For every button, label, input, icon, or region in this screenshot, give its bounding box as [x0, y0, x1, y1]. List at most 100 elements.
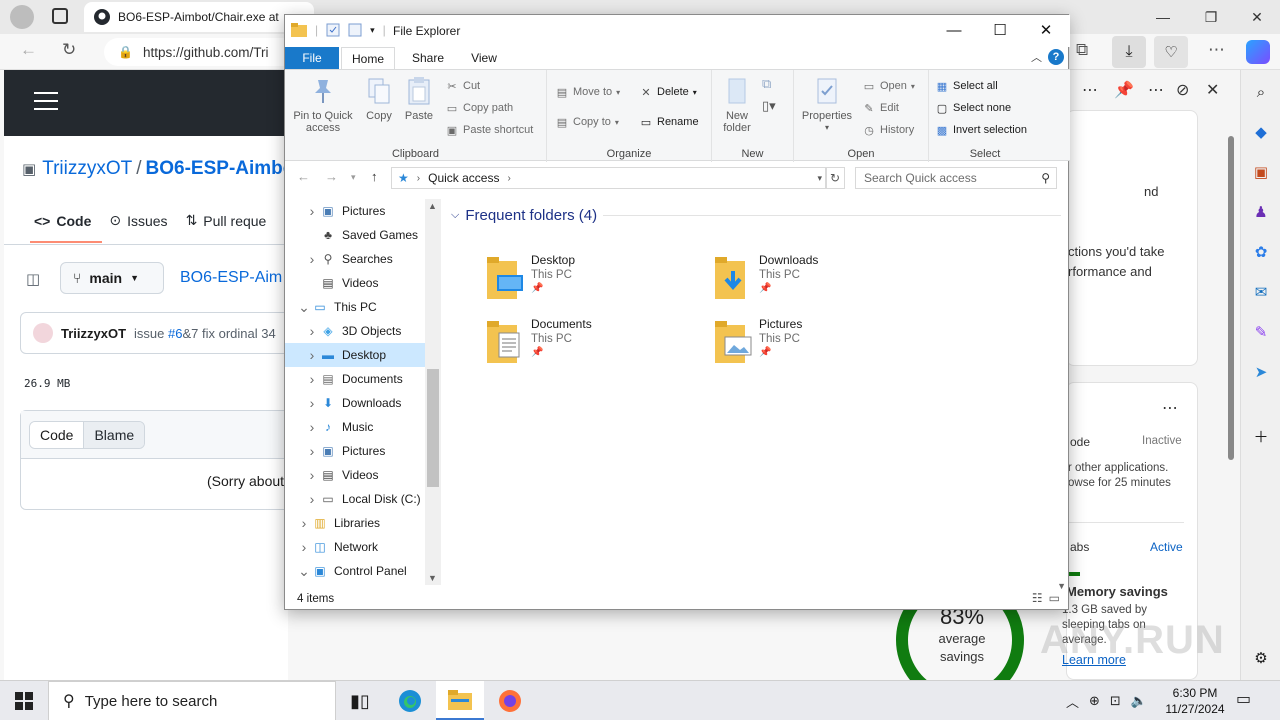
history-button[interactable]: ◷ History — [862, 123, 914, 137]
nav-item-pictures[interactable]: › ▣ Pictures — [285, 439, 425, 463]
back-icon[interactable]: ← — [297, 169, 310, 184]
chevron-right-icon[interactable]: › — [297, 539, 311, 555]
invert-selection-button[interactable]: ▩ Invert selection — [935, 123, 1027, 137]
new-folder-qat-icon[interactable] — [348, 23, 362, 37]
copilot-icon[interactable] — [1246, 40, 1270, 64]
browser-minimize-button[interactable]: — — [1140, 0, 1186, 34]
edge-taskbar-icon[interactable] — [386, 681, 434, 720]
nav-item-saved-games[interactable]: ♣ Saved Games — [285, 223, 425, 247]
branch-selector[interactable]: ⑂ main ▼ — [60, 262, 164, 294]
maximize-button[interactable]: ☐ — [977, 15, 1023, 45]
search-icon[interactable]: ⌕ — [1249, 80, 1273, 104]
outlook-icon[interactable]: ✉ — [1249, 280, 1273, 304]
more-menu-icon[interactable]: ⋯ — [1208, 40, 1225, 60]
copy-button[interactable]: Copy — [361, 76, 397, 122]
nav-item-music[interactable]: › ♪ Music — [285, 415, 425, 439]
navigation-scrollbar[interactable]: ▲ ▼ — [425, 199, 441, 585]
nav-item-libraries[interactable]: › ▥ Libraries — [285, 511, 425, 535]
pane-scrollbar[interactable] — [1228, 136, 1234, 460]
copy-path-button[interactable]: ▭ Copy path — [445, 101, 513, 115]
games-icon[interactable]: ♟ — [1249, 200, 1273, 224]
notifications-icon[interactable]: ▭ — [1236, 689, 1251, 709]
new-folder-button[interactable]: New folder — [716, 76, 758, 134]
nav-item-desktop[interactable]: › ▬ Desktop — [285, 343, 425, 367]
tab-share[interactable]: Share — [403, 47, 453, 69]
chevron-right-icon[interactable]: › — [305, 395, 319, 411]
nav-item-searches[interactable]: › ⚲ Searches — [285, 247, 425, 271]
file-tree-toggle-icon[interactable]: ◫ — [26, 270, 40, 288]
details-view-icon[interactable]: ☷ — [1032, 591, 1043, 605]
firefox-taskbar-icon[interactable] — [486, 681, 534, 720]
scroll-up-icon[interactable]: ▲ — [428, 201, 437, 211]
tools-icon[interactable]: ▣ — [1249, 160, 1273, 184]
minimize-button[interactable]: — — [931, 15, 977, 45]
move-to-button[interactable]: ▤ Move to ▾ — [555, 85, 620, 99]
url-bar[interactable]: 🔒 https://github.com/Tri — [104, 38, 304, 66]
browser-tab[interactable]: BO6-ESP-Aimbot/Chair.exe at — [84, 2, 314, 32]
pin-icon[interactable]: 📌 — [1114, 80, 1134, 100]
select-all-button[interactable]: ▦ Select all — [935, 79, 998, 93]
back-icon[interactable]: ← — [20, 40, 37, 60]
recent-locations-icon[interactable]: ▾ — [351, 172, 356, 183]
help-icon[interactable]: ? — [1048, 49, 1064, 65]
volume-icon[interactable]: 🔈 — [1131, 693, 1147, 709]
chevron-right-icon[interactable]: › — [305, 467, 319, 483]
tab-file[interactable]: File — [285, 47, 339, 69]
nav-item-documents[interactable]: › ▤ Documents — [285, 367, 425, 391]
address-bar[interactable]: ★ › Quick access › ▾ — [391, 167, 827, 189]
nav-item-network[interactable]: › ◫ Network — [285, 535, 425, 559]
forward-icon[interactable]: → — [325, 169, 338, 184]
paste-shortcut-button[interactable]: ▣ Paste shortcut — [445, 123, 534, 137]
new-item-icon[interactable]: ⧉ — [762, 76, 771, 92]
tab-view[interactable]: View — [459, 47, 509, 69]
send-icon[interactable]: ➤ — [1249, 360, 1273, 384]
folder-tile-documents[interactable]: Documents This PC 📌 — [483, 317, 683, 375]
unpin-icon[interactable]: ⊘ — [1176, 80, 1189, 100]
nav-item-control-panel[interactable]: ⌄ ▣ Control Panel — [285, 559, 425, 583]
properties-qat-icon[interactable] — [326, 23, 340, 37]
repo-owner-link[interactable]: TriizzyxOT — [42, 158, 132, 179]
performance-icon[interactable]: ♡ — [1154, 36, 1188, 68]
rename-button[interactable]: ▭ Rename — [639, 115, 699, 129]
designer-icon[interactable]: ✎ — [1249, 320, 1273, 344]
address-dropdown-icon[interactable]: ▾ — [817, 173, 822, 184]
tab-actions-icon[interactable] — [52, 8, 68, 24]
vpn-icon[interactable]: ⊕ — [1089, 693, 1100, 709]
scroll-thumb[interactable] — [427, 369, 439, 487]
microsoft365-icon[interactable]: ✿ — [1249, 240, 1273, 264]
shopping-icon[interactable]: ◆ — [1249, 120, 1273, 144]
hamburger-menu-icon[interactable] — [34, 92, 58, 110]
close-button[interactable]: ✕ — [1023, 15, 1069, 45]
downloads-icon[interactable]: ⤓ — [1112, 36, 1146, 68]
chevron-right-icon[interactable]: › — [305, 443, 319, 459]
task-view-icon[interactable]: ▮▯ — [336, 681, 384, 720]
settings-icon[interactable]: ⚙ — [1249, 646, 1273, 670]
tab-pull-requests[interactable]: ⇅ Pull reque — [186, 212, 267, 229]
chevron-right-icon[interactable]: › — [305, 371, 319, 387]
chevron-down-icon[interactable]: ⌄ — [297, 299, 311, 316]
network-icon[interactable]: ⊡ — [1110, 693, 1121, 709]
view-blame-button[interactable]: Blame — [84, 422, 145, 448]
cut-button[interactable]: ✂ Cut — [445, 79, 480, 93]
chevron-right-icon[interactable]: › — [305, 491, 319, 507]
more-options-icon[interactable]: ⋯ — [1082, 80, 1098, 100]
nav-item-videos[interactable]: › ▤ Videos — [285, 463, 425, 487]
nav-item-local-disk-c[interactable]: › ▭ Local Disk (C:) — [285, 487, 425, 511]
card-more-icon[interactable]: ⋯ — [1162, 398, 1178, 418]
folder-tile-downloads[interactable]: Downloads This PC 📌 — [711, 253, 911, 311]
open-button[interactable]: ▭ Open ▾ — [862, 79, 915, 93]
chevron-down-icon[interactable]: ⌄ — [297, 563, 311, 580]
properties-button[interactable]: Properties ▾ — [800, 76, 854, 134]
chevron-right-icon[interactable]: › — [305, 419, 319, 435]
nav-item-this-pc[interactable]: ⌄ ▭ This PC — [285, 295, 425, 319]
qat-dropdown-icon[interactable]: ▾ — [370, 25, 375, 36]
taskbar-search[interactable]: ⚲ Type here to search — [48, 681, 336, 720]
chevron-right-icon[interactable]: › — [305, 347, 319, 363]
edit-button[interactable]: ✎ Edit — [862, 101, 899, 115]
repo-name-link[interactable]: BO6-ESP-Aimbo — [146, 158, 295, 179]
tray-overflow-icon[interactable]: ︿ — [1066, 692, 1079, 711]
issue-link[interactable]: #6 — [168, 326, 182, 341]
scroll-down-icon[interactable]: ▼ — [428, 573, 437, 583]
refresh-button[interactable]: ↻ — [825, 167, 845, 189]
file-breadcrumb[interactable]: BO6-ESP-Aim — [180, 269, 282, 287]
